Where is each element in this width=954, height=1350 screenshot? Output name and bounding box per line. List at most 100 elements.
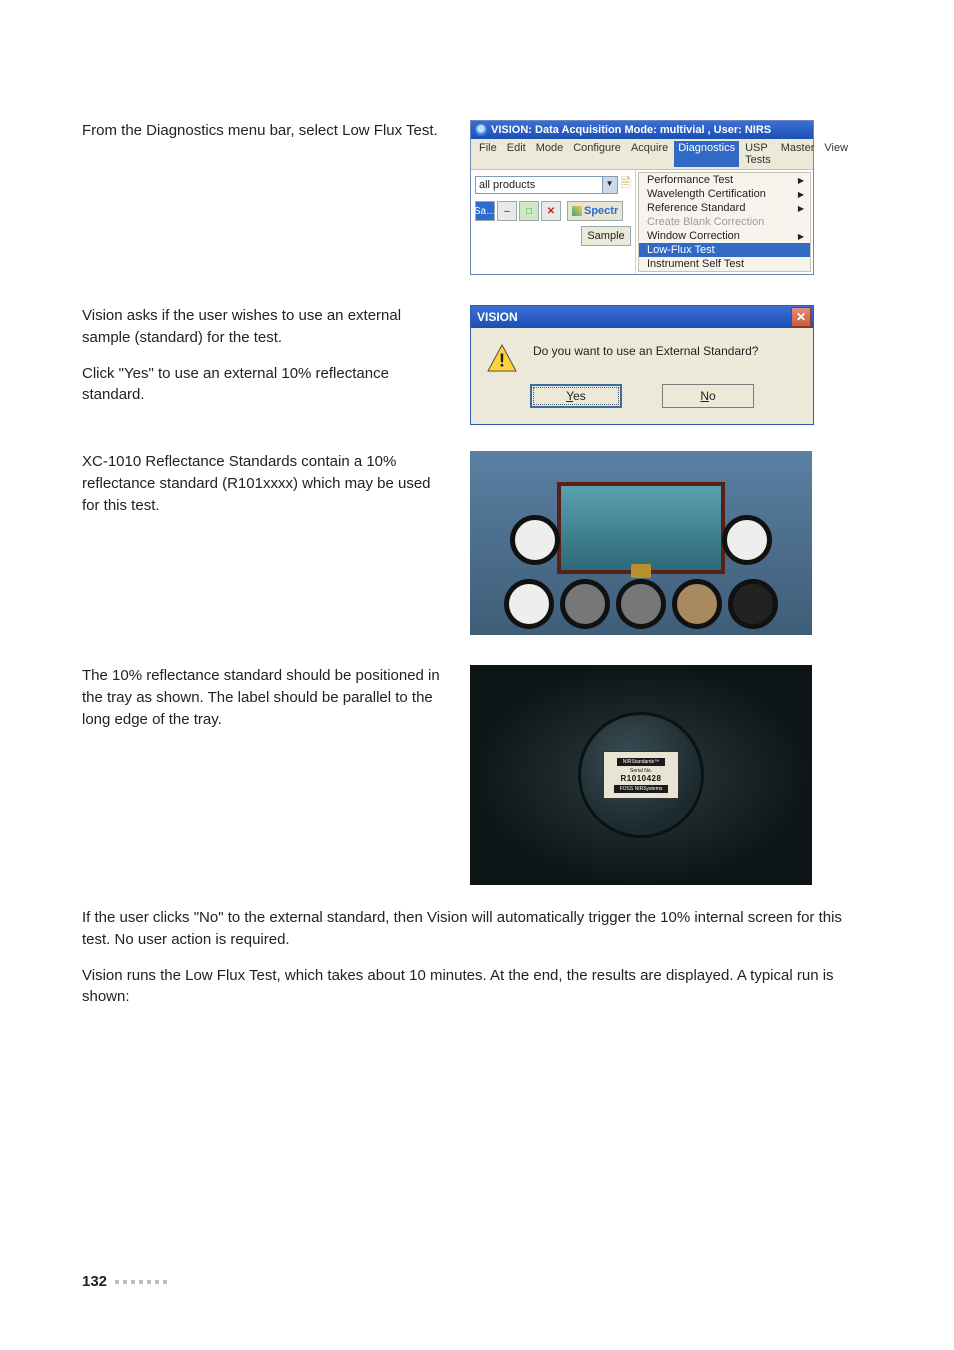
menu-diagnostics[interactable]: Diagnostics	[674, 141, 739, 167]
full-width-text: If the user clicks "No" to the external …	[82, 907, 872, 1008]
vision-left-pane: all products ▼ 🗎 Sa… – □ ✕	[471, 170, 636, 274]
label-serial: R1010428	[621, 774, 662, 783]
paragraph: Vision runs the Low Flux Test, which tak…	[82, 965, 872, 1009]
standard-label: NIRStandards™ Serial No. R1010428 FOSS N…	[603, 751, 679, 799]
menu-master[interactable]: Master	[777, 141, 819, 167]
paragraph: XC-1010 Reflectance Standards contain a …	[82, 451, 452, 516]
figure-column: VISION ✕ ! Do you want to use an Externa…	[470, 305, 872, 425]
spectr-label: Spectr	[584, 205, 618, 217]
vision-menubar[interactable]: FileEditModeConfigureAcquireDiagnosticsU…	[471, 139, 813, 170]
external-standard-dialog: VISION ✕ ! Do you want to use an Externa…	[470, 305, 814, 425]
paragraph: From the Diagnostics menu bar, select Lo…	[82, 120, 452, 142]
page-footer: 132	[82, 1273, 167, 1290]
submenu-arrow-icon: ▶	[798, 204, 804, 213]
sample-button[interactable]: Sample	[581, 226, 631, 246]
text-column: The 10% reflectance standard should be p…	[82, 665, 452, 744]
row-tray-photo: The 10% reflectance standard should be p…	[82, 665, 872, 885]
dialog-titlebar: VISION ✕	[471, 306, 813, 328]
diagnostics-item-reference-standard[interactable]: Reference Standard ▶	[639, 201, 810, 215]
vision-titlebar: VISION: Data Acquisition Mode: multivial…	[471, 121, 813, 139]
spectr-button[interactable]: Spectr	[567, 201, 623, 221]
reflectance-disc	[510, 515, 560, 565]
menu-usp-tests[interactable]: USP Tests	[741, 141, 775, 167]
vision-app-icon	[475, 124, 487, 136]
reflectance-disc	[560, 579, 610, 629]
figure-column	[470, 451, 872, 635]
page-number: 132	[82, 1273, 107, 1290]
toolbar-close-icon[interactable]: ✕	[541, 201, 561, 221]
text-column: Vision asks if the user wishes to use an…	[82, 305, 452, 420]
warning-icon: !	[487, 344, 517, 372]
menu-item-label: Wavelength Certification	[647, 188, 766, 200]
combo-value: all products	[476, 179, 602, 191]
disc-row-bottom	[504, 579, 778, 629]
row-diagnostics-menu: From the Diagnostics menu bar, select Lo…	[82, 120, 872, 275]
label-footer: FOSS NIRSystems	[614, 785, 669, 793]
diagnostics-item-wavelength-certification[interactable]: Wavelength Certification ▶	[639, 187, 810, 201]
menu-item-label: Instrument Self Test	[647, 258, 744, 270]
row-dialog: Vision asks if the user wishes to use an…	[82, 305, 872, 425]
reflectance-disc	[672, 579, 722, 629]
dialog-body: ! Do you want to use an External Standar…	[471, 328, 813, 376]
figure-column: NIRStandards™ Serial No. R1010428 FOSS N…	[470, 665, 872, 885]
menu-file[interactable]: File	[475, 141, 501, 167]
paragraph: Vision asks if the user wishes to use an…	[82, 305, 452, 349]
menu-item-label: Low-Flux Test	[647, 244, 715, 256]
text-column: From the Diagnostics menu bar, select Lo…	[82, 120, 452, 156]
toolbar-minimize-icon[interactable]: –	[497, 201, 517, 221]
diagnostics-item-window-correction[interactable]: Window Correction ▶	[639, 229, 810, 243]
svg-text:!: !	[499, 349, 505, 370]
reflectance-standards-photo	[470, 451, 812, 635]
submenu-arrow-icon: ▶	[798, 232, 804, 241]
diagnostics-item-create-blank-correction: Create Blank Correction	[639, 215, 810, 229]
paragraph: The 10% reflectance standard should be p…	[82, 665, 452, 730]
reflectance-disc	[722, 515, 772, 565]
yes-button[interactable]: Yes	[530, 384, 622, 408]
toolbar-maximize-icon[interactable]: □	[519, 201, 539, 221]
dialog-title-text: VISION	[477, 310, 518, 324]
tray-positioning-photo: NIRStandards™ Serial No. R1010428 FOSS N…	[470, 665, 812, 885]
row-standards-photo: XC-1010 Reflectance Standards contain a …	[82, 451, 872, 635]
new-doc-icon[interactable]: 🗎	[621, 174, 631, 196]
menu-item-label: Reference Standard	[647, 202, 745, 214]
menu-mode[interactable]: Mode	[532, 141, 568, 167]
disc-row-top	[510, 515, 772, 565]
vision-title-text: VISION: Data Acquisition Mode: multivial…	[491, 124, 771, 136]
reflectance-disc	[504, 579, 554, 629]
text-column: XC-1010 Reflectance Standards contain a …	[82, 451, 452, 530]
submenu-arrow-icon: ▶	[798, 190, 804, 199]
vision-toolbar: Sa… – □ ✕ Spectr	[475, 201, 631, 221]
menu-acquire[interactable]: Acquire	[627, 141, 672, 167]
menu-item-label: Performance Test	[647, 174, 733, 186]
footer-dots	[115, 1280, 167, 1284]
figure-column: VISION: Data Acquisition Mode: multivial…	[470, 120, 872, 275]
dialog-message: Do you want to use an External Standard?	[533, 344, 758, 358]
reflectance-disc	[728, 579, 778, 629]
standard-in-tray: NIRStandards™ Serial No. R1010428 FOSS N…	[578, 712, 704, 838]
document-page: From the Diagnostics menu bar, select Lo…	[0, 0, 954, 1350]
menu-view[interactable]: View	[820, 141, 852, 167]
menu-item-label: Create Blank Correction	[647, 216, 764, 228]
no-button[interactable]: No	[662, 384, 754, 408]
diagnostics-item-instrument-self-test[interactable]: Instrument Self Test	[639, 257, 810, 271]
diagnostics-item-performance-test[interactable]: Performance Test ▶	[639, 173, 810, 187]
submenu-arrow-icon: ▶	[798, 176, 804, 185]
combo-dropdown-icon[interactable]: ▼	[602, 177, 617, 193]
spectr-icon	[572, 206, 582, 216]
reflectance-disc	[616, 579, 666, 629]
diagnostics-item-low-flux-test[interactable]: Low-Flux Test	[639, 243, 810, 257]
toolbar-sa-chip[interactable]: Sa…	[475, 201, 495, 221]
product-combo[interactable]: all products ▼	[475, 176, 618, 194]
menu-edit[interactable]: Edit	[503, 141, 530, 167]
diagnostics-dropdown-menu[interactable]: Performance Test▶Wavelength Certificatio…	[638, 172, 811, 272]
product-selector-row: all products ▼ 🗎	[475, 174, 631, 196]
close-icon[interactable]: ✕	[791, 307, 811, 327]
dialog-button-row: Yes No	[471, 376, 813, 424]
vision-app-window: VISION: Data Acquisition Mode: multivial…	[470, 120, 814, 275]
paragraph: If the user clicks "No" to the external …	[82, 907, 872, 951]
menu-configure[interactable]: Configure	[569, 141, 625, 167]
vision-window-body: all products ▼ 🗎 Sa… – □ ✕	[471, 170, 813, 274]
menu-item-label: Window Correction	[647, 230, 740, 242]
label-brand: NIRStandards™	[617, 758, 665, 766]
paragraph: Click "Yes" to use an external 10% refle…	[82, 363, 452, 407]
